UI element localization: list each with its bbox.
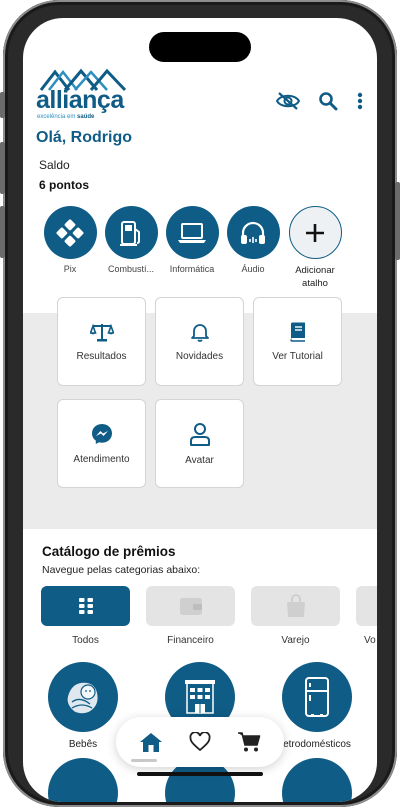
card-atendimento[interactable]: Atendimento	[57, 399, 146, 488]
refrigerator-icon	[305, 677, 329, 717]
cart-icon	[238, 732, 261, 752]
shortcut-add[interactable]: Adicionar atalho	[284, 206, 346, 290]
plus-icon	[306, 223, 324, 242]
building-icon	[185, 680, 215, 714]
shortcut-label: Combustí...	[107, 264, 154, 274]
card-avatar[interactable]: Avatar	[155, 399, 244, 488]
nav-active-indicator	[131, 759, 157, 762]
alliança-logo: alliança excelência em saúde	[36, 68, 136, 124]
shortcut-pix[interactable]: Pix	[39, 206, 101, 274]
fuel-icon	[120, 220, 140, 246]
card-ver-tutorial[interactable]: Ver Tutorial	[253, 297, 342, 386]
card-resultados[interactable]: Resultados	[57, 297, 146, 386]
shopping-bag-icon	[286, 594, 305, 617]
grid-icon	[78, 598, 93, 614]
tab-label: Varejo	[281, 635, 310, 646]
tagline-bold-text: saúde	[77, 114, 95, 120]
dynamic-island	[149, 32, 251, 62]
tab-vo[interactable]: Vo	[356, 586, 377, 646]
catalog-subtitle: Navegue pelas categorias abaixo:	[42, 564, 201, 576]
phone-volume-up	[0, 142, 5, 194]
card-label: Resultados	[76, 350, 127, 362]
tagline-text: excelência em	[37, 114, 78, 120]
shortcut-label: Pix	[63, 264, 77, 274]
shortcut-label: Adicionar atalho	[295, 265, 335, 289]
tab-financeiro[interactable]: Financeiro	[146, 586, 235, 646]
pix-icon	[56, 218, 84, 247]
phone-volume-down	[0, 206, 5, 258]
tab-label: Vo	[364, 635, 376, 646]
tab-label: Financeiro	[167, 635, 214, 646]
tab-pill	[146, 586, 235, 626]
catalog-tabs: Todos Financeiro Varejo Vo	[41, 586, 377, 646]
tab-pill	[356, 586, 377, 626]
home-indicator[interactable]	[137, 772, 263, 776]
balance-value: 6 pontos	[39, 178, 89, 192]
user-icon	[189, 422, 210, 446]
eye-off-icon[interactable]	[275, 90, 301, 112]
balance-label: Saldo	[39, 158, 70, 172]
phone-power-button	[395, 182, 400, 260]
phone-side-button	[0, 92, 5, 118]
wallet-icon	[179, 598, 202, 615]
header-actions	[275, 90, 365, 112]
laptop-icon	[178, 222, 206, 243]
baby-icon	[66, 681, 100, 715]
category-circle	[48, 662, 118, 732]
category-circle	[282, 662, 352, 732]
shortcut-circle	[288, 206, 342, 259]
nav-home[interactable]	[136, 727, 166, 757]
nav-favorites[interactable]	[185, 727, 215, 757]
shortcut-circle	[43, 206, 97, 259]
tab-pill	[251, 586, 340, 626]
book-icon	[289, 322, 305, 342]
heart-icon	[189, 732, 211, 752]
home-icon	[139, 733, 162, 752]
shortcut-label: Áudio	[241, 264, 265, 274]
card-novidades[interactable]: Novidades	[155, 297, 244, 386]
scale-icon	[89, 323, 114, 341]
app-screen: alliança excelência em saúde Olá, Rodrig…	[23, 18, 377, 802]
shortcut-circle	[104, 206, 158, 259]
greeting-text: Olá, Rodrigo	[36, 129, 132, 146]
tab-label: Todos	[72, 635, 99, 646]
more-vertical-icon[interactable]	[355, 90, 365, 112]
card-label: Novidades	[175, 350, 224, 362]
nav-cart[interactable]	[234, 727, 264, 757]
catalog-title: Catálogo de prêmios	[42, 544, 176, 559]
tab-varejo[interactable]: Varejo	[251, 586, 340, 646]
tab-pill	[41, 586, 130, 626]
logo-tagline: excelência em saúde	[37, 114, 94, 120]
shortcut-combustivel[interactable]: Combustí...	[100, 206, 162, 274]
shortcut-circle	[226, 206, 280, 259]
shortcut-label: Informática	[169, 264, 215, 274]
bell-icon	[190, 323, 209, 342]
logo-wordmark: alliança	[36, 86, 124, 114]
search-icon[interactable]	[315, 90, 341, 112]
shortcut-circle	[165, 206, 219, 259]
shortcut-audio[interactable]: Áudio	[222, 206, 284, 274]
messenger-icon	[91, 423, 112, 444]
headphones-icon	[241, 221, 265, 244]
card-label: Ver Tutorial	[272, 350, 323, 362]
shortcut-informatica[interactable]: Informática	[161, 206, 223, 274]
tab-todos[interactable]: Todos	[41, 586, 130, 646]
card-label: Avatar	[185, 454, 214, 466]
card-label: Atendimento	[73, 453, 130, 465]
